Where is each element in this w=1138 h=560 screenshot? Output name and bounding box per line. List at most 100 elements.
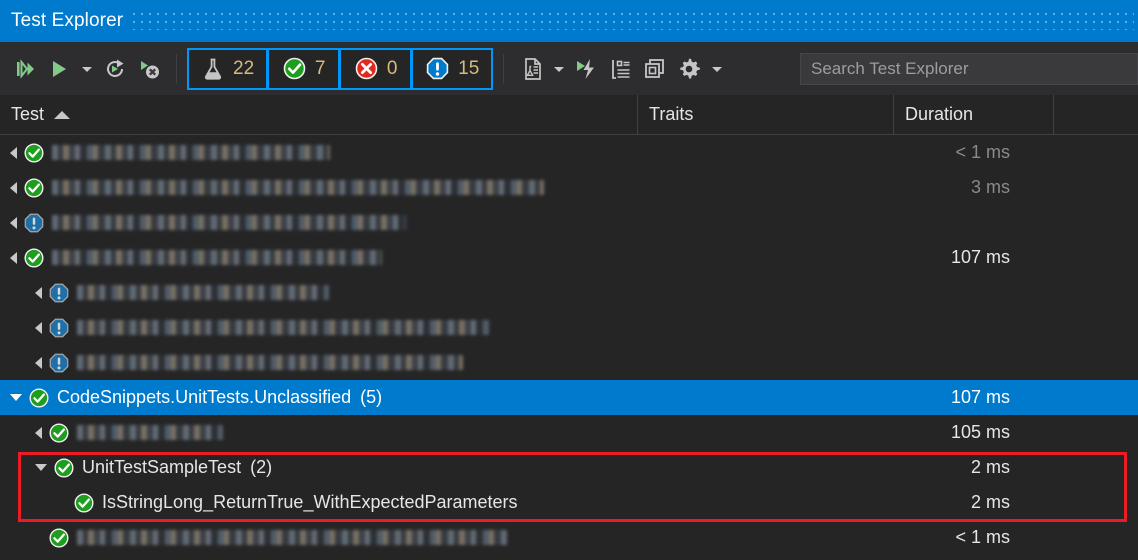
table-row[interactable]: 107 ms [0, 240, 1138, 275]
test-name-cell [0, 352, 637, 374]
table-row[interactable] [0, 310, 1138, 345]
toolbar-separator-2 [503, 53, 505, 84]
search-area: Search Test Explorer [800, 52, 1138, 85]
test-status-icon [23, 247, 45, 269]
run-all-tests-button[interactable] [8, 52, 42, 86]
test-name-cell: IsStringLong_ReturnTrue_WithExpectedPara… [0, 492, 637, 514]
column-header-test[interactable]: Test [0, 95, 637, 135]
settings-button[interactable] [672, 52, 706, 86]
test-name-label: UnitTestSampleTest [82, 457, 242, 477]
chevron-right-icon[interactable] [10, 146, 17, 159]
table-row[interactable]: < 1 ms [0, 520, 1138, 555]
settings-dropdown-button[interactable] [706, 52, 728, 86]
counter-failed[interactable]: 0 [339, 47, 412, 90]
chevron-right-icon[interactable] [10, 251, 17, 264]
counter-passed-value: 7 [314, 58, 326, 79]
search-input[interactable]: Search Test Explorer [800, 52, 1138, 85]
check-circle-icon [49, 527, 69, 548]
chevron-down-icon[interactable] [35, 464, 47, 471]
playlist-dropdown-button[interactable] [548, 52, 570, 86]
column-header: Test Traits Duration [0, 94, 1138, 135]
run-dropdown-button[interactable] [76, 52, 98, 86]
redacted-test-name [52, 180, 544, 195]
test-status-icon [48, 527, 70, 549]
play-icon [53, 60, 66, 77]
table-row[interactable]: 105 ms [0, 415, 1138, 450]
table-row[interactable]: UnitTestSampleTest (2) 2 ms [0, 450, 1138, 485]
test-name-cell [0, 142, 637, 164]
counter-passed[interactable]: 7 [267, 47, 340, 90]
check-circle-icon [283, 57, 306, 80]
counter-total[interactable]: 22 [187, 47, 268, 90]
test-status-icon [23, 142, 45, 164]
test-playlist-button[interactable] [514, 52, 548, 86]
repeat-icon [107, 59, 124, 77]
column-header-test-label: Test [11, 104, 45, 124]
table-row[interactable] [0, 345, 1138, 380]
check-circle-icon [24, 177, 44, 198]
column-header-traits[interactable]: Traits [637, 94, 893, 135]
redacted-test-name [52, 145, 330, 160]
duration-cell: 107 ms [950, 247, 1010, 267]
chevron-right-icon[interactable] [35, 356, 42, 369]
table-row[interactable]: 3 ms [0, 170, 1138, 205]
test-child-count: (2) [250, 457, 273, 477]
redacted-test-name [77, 355, 463, 370]
test-status-icon [48, 282, 70, 304]
check-circle-icon [54, 457, 74, 478]
duration-cell: 2 ms [970, 457, 1010, 477]
chevron-down-icon[interactable] [10, 394, 22, 401]
test-name-cell [0, 177, 637, 199]
test-name-cell: CodeSnippets.UnitTests.Unclassified (5) [0, 387, 637, 409]
counter-not-run-value: 15 [458, 58, 480, 79]
columns-icon [645, 58, 665, 78]
gear-icon [680, 58, 701, 78]
chevron-right-icon[interactable] [35, 286, 42, 299]
table-row[interactable]: CodeSnippets.UnitTests.Unclassified (5) 10… [0, 380, 1138, 415]
search-placeholder: Search Test Explorer [811, 58, 969, 78]
debug-tests-button[interactable] [570, 52, 604, 86]
test-status-icon [48, 317, 70, 339]
column-header-traits-label: Traits [649, 104, 694, 124]
test-name-cell [0, 247, 637, 269]
chevron-right-icon[interactable] [10, 216, 17, 229]
table-row[interactable] [0, 555, 1138, 560]
chevron-right-icon[interactable] [35, 321, 42, 334]
chevron-right-icon[interactable] [35, 426, 42, 439]
debug-icon [577, 58, 595, 79]
toolbar: 22 7 0 15 Search Test Explorer [0, 42, 1138, 95]
table-row[interactable] [0, 275, 1138, 310]
run-button[interactable] [42, 52, 76, 86]
test-counters: 22 7 0 15 [187, 47, 494, 90]
check-circle-icon [24, 142, 44, 163]
test-status-icon [23, 177, 45, 199]
column-header-extra[interactable] [1053, 94, 1138, 135]
counter-not-run[interactable]: 15 [411, 47, 494, 90]
table-row[interactable] [0, 205, 1138, 240]
table-row[interactable]: IsStringLong_ReturnTrue_WithExpectedPara… [0, 485, 1138, 520]
warning-octagon-icon [49, 353, 69, 372]
stop-icon [141, 60, 159, 78]
check-circle-icon [49, 422, 69, 443]
duration-cell: 107 ms [950, 387, 1010, 407]
warning-octagon-icon [49, 318, 69, 337]
duration-cell: < 1 ms [955, 142, 1010, 162]
chevron-right-icon[interactable] [10, 181, 17, 194]
redacted-test-name [77, 285, 329, 300]
show-columns-button[interactable] [638, 52, 672, 86]
redacted-test-name [77, 425, 223, 440]
chevron-down-icon [712, 66, 723, 72]
group-by-icon [612, 59, 630, 79]
repeat-last-run-button[interactable] [98, 52, 132, 86]
test-name-cell [0, 527, 637, 549]
page-title: Test Explorer [11, 10, 124, 31]
test-status-icon [28, 387, 50, 409]
check-circle-icon [74, 492, 94, 513]
test-status-icon [23, 212, 45, 234]
group-by-button[interactable] [604, 52, 638, 86]
test-list[interactable]: < 1 ms 3 ms 107 ms CodeSnippets.UnitTests.U… [0, 135, 1138, 560]
redacted-test-name [77, 530, 507, 545]
stop-test-run-button[interactable] [132, 52, 166, 86]
column-header-duration[interactable]: Duration [893, 94, 1053, 135]
table-row[interactable]: < 1 ms [0, 135, 1138, 170]
